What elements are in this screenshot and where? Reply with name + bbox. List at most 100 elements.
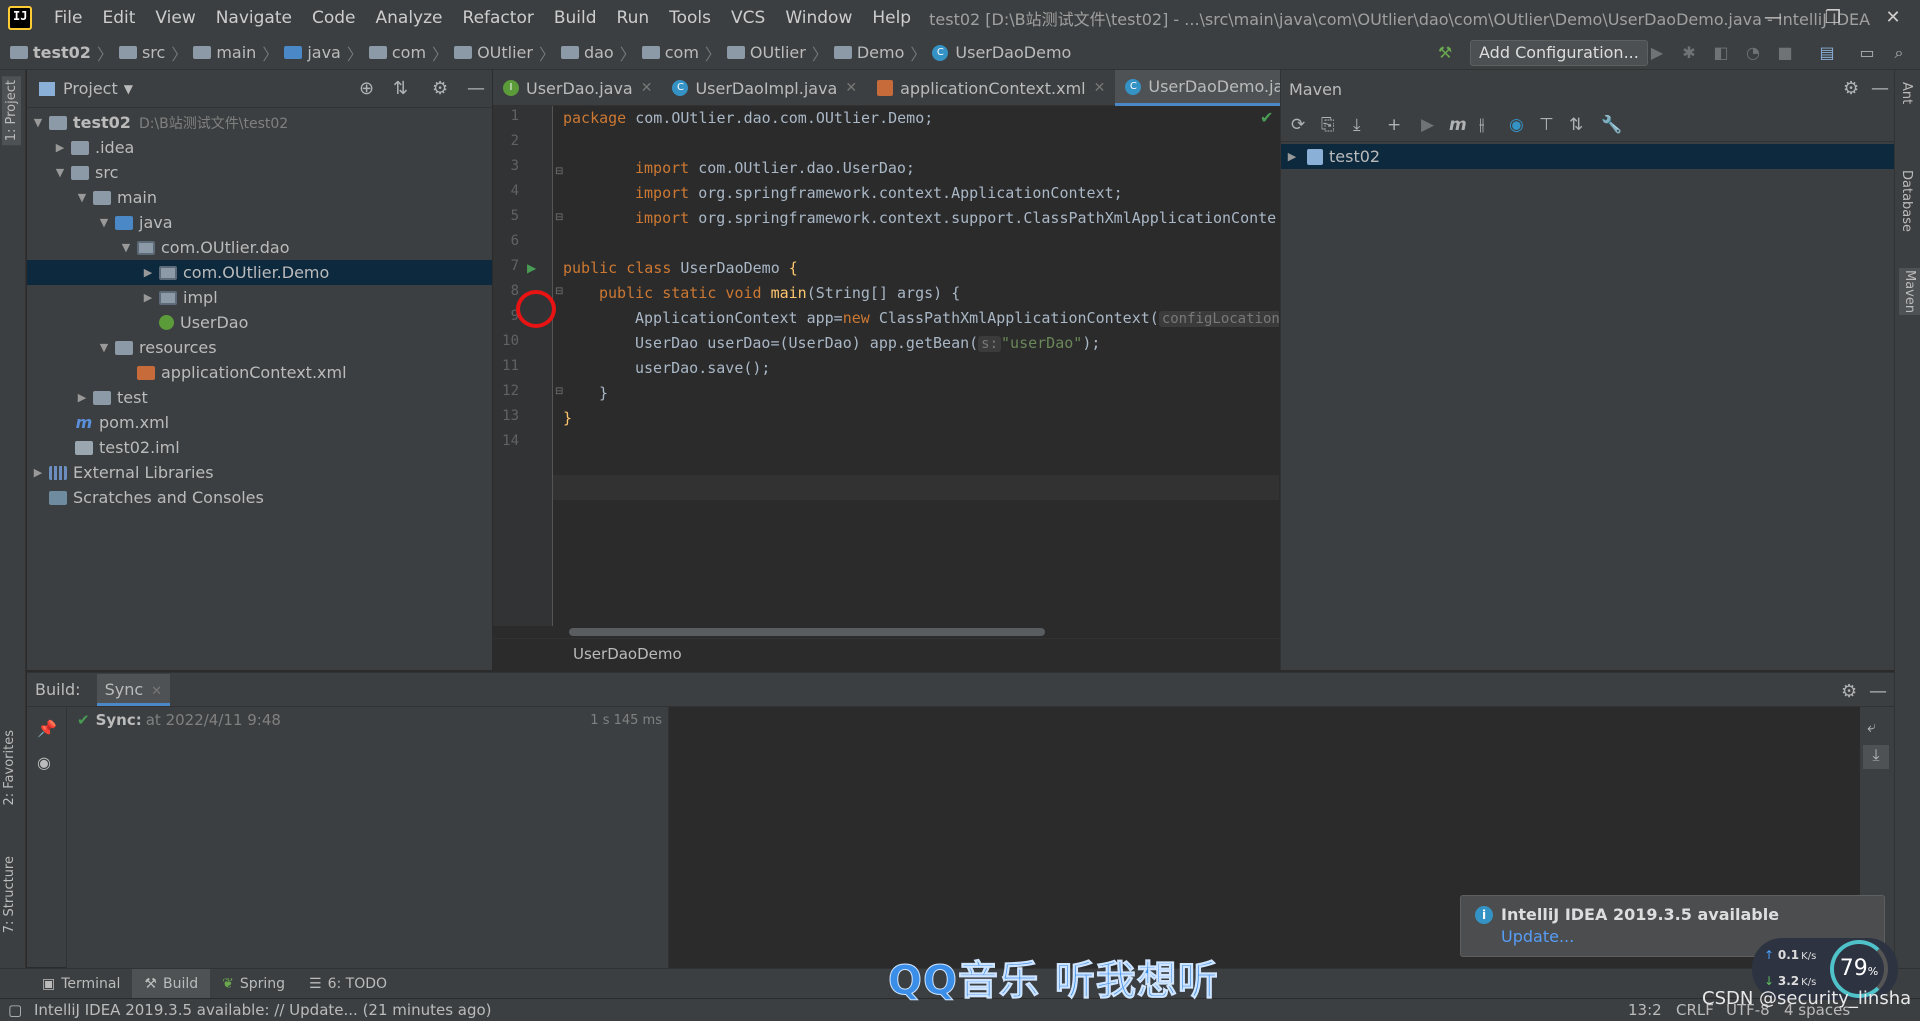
profile-icon[interactable]: ◔ [1744, 44, 1762, 62]
scroll-to-end-icon[interactable]: ⤓ [1863, 745, 1889, 769]
tree-item-userdao[interactable]: UserDao [27, 310, 492, 335]
soft-wrap-icon[interactable]: ⤶ [1867, 717, 1876, 737]
structure-tool-tab[interactable]: 7: Structure [2, 856, 17, 933]
tree-item-com-outlier-demo[interactable]: ▶ com.OUtlier.Demo [27, 260, 492, 285]
tree-item-pom-xml[interactable]: m pom.xml [27, 410, 492, 435]
close-tab-icon[interactable]: ✕ [845, 80, 857, 96]
todo-tab[interactable]: ☰ 6: TODO [297, 969, 399, 999]
terminal-tab[interactable]: ▣ Terminal [30, 969, 132, 999]
ant-tool-tab[interactable]: Ant [1899, 82, 1914, 104]
tree-item-scratches[interactable]: Scratches and Consoles [27, 485, 492, 510]
crumb-com-2[interactable]: com 〉 [641, 41, 721, 65]
menu-analyze[interactable]: Analyze [366, 0, 453, 36]
eye-icon[interactable]: ◉ [37, 753, 51, 772]
add-configuration-button[interactable]: Add Configuration... [1470, 40, 1648, 66]
terminal-window-icon[interactable]: ▭ [1858, 44, 1876, 62]
tree-item-src[interactable]: ▼ src [27, 160, 492, 185]
sync-tab[interactable]: Sync ✕ [96, 673, 171, 706]
menu-code[interactable]: Code [302, 0, 366, 36]
menu-refactor[interactable]: Refactor [453, 0, 544, 36]
coverage-icon[interactable]: ◧ [1712, 44, 1730, 62]
tree-item-com-outlier-dao[interactable]: ▼ com.OUtlier.dao [27, 235, 492, 260]
tab-userdaoimpl-java[interactable]: C UserDaoImpl.java ✕ [662, 70, 867, 106]
crumb-dao[interactable]: dao 〉 [560, 41, 636, 65]
show-dependencies-icon[interactable]: ⊤ [1539, 115, 1554, 135]
wrench-icon[interactable]: 🔧 [1601, 115, 1622, 135]
build-hammer-icon[interactable]: ⚒ [1436, 44, 1454, 62]
tree-item-main[interactable]: ▼ main [27, 185, 492, 210]
code-area[interactable]: package com.OUtlier.dao.com.OUtlier.Demo… [563, 106, 1279, 626]
add-icon[interactable]: + [1387, 115, 1401, 135]
close-icon[interactable]: ✕ [1866, 0, 1920, 36]
project-tool-tab[interactable]: 1: Project [2, 76, 21, 146]
gear-icon[interactable]: ⚙ [1843, 78, 1859, 99]
crumb-com[interactable]: com 〉 [368, 41, 448, 65]
download-icon[interactable]: ⤓ [1353, 115, 1361, 135]
skip-tests-icon[interactable]: ⫲ [1479, 115, 1485, 135]
update-link[interactable]: Update... [1501, 927, 1574, 946]
tree-item-test[interactable]: ▶ test [27, 385, 492, 410]
tree-item-test02[interactable]: ▼ test02 D:\B站测试文件\test02 [27, 110, 492, 135]
tab-userdao-java[interactable]: I UserDao.java ✕ [493, 70, 662, 106]
run-icon[interactable]: ▶ [1648, 44, 1666, 62]
tree-item-resources[interactable]: ▼ resources [27, 335, 492, 360]
menu-navigate[interactable]: Navigate [206, 0, 302, 36]
debug-icon[interactable]: ✱ [1680, 44, 1698, 62]
crumb-outlier-2[interactable]: OUtlier 〉 [726, 41, 828, 65]
crumb-java[interactable]: java 〉 [284, 41, 363, 65]
project-view-dropdown[interactable]: Project [63, 79, 118, 98]
close-tab-icon[interactable]: ✕ [1094, 80, 1106, 96]
intellij-logo-icon[interactable] [8, 6, 32, 30]
gear-icon[interactable]: ⚙ [1841, 681, 1857, 702]
maven-tool-tab[interactable]: Maven [1899, 268, 1920, 316]
tree-item-impl[interactable]: ▶ impl [27, 285, 492, 310]
collapse-all-icon[interactable]: ⇅ [393, 78, 408, 99]
menu-edit[interactable]: Edit [92, 0, 145, 36]
pin-icon[interactable]: 📌 [37, 719, 57, 738]
hide-panel-icon[interactable]: — [1871, 78, 1889, 99]
crumb-outlier[interactable]: OUtlier 〉 [454, 41, 555, 65]
crumb-main[interactable]: main 〉 [193, 41, 278, 65]
tab-applicationcontext-xml[interactable]: applicationContext.xml ✕ [867, 70, 1115, 106]
menu-help[interactable]: Help [862, 0, 921, 36]
menu-view[interactable]: View [145, 0, 205, 36]
crumb-class[interactable]: C UserDaoDemo [932, 43, 1071, 62]
spring-tab[interactable]: ❦ Spring [210, 969, 297, 999]
locate-icon[interactable]: ⊕ [359, 78, 374, 99]
offline-icon[interactable]: ◉ [1509, 115, 1524, 135]
crumb-demo[interactable]: Demo 〉 [833, 41, 926, 65]
close-tab-icon[interactable]: ✕ [641, 80, 653, 96]
hide-panel-icon[interactable]: — [1869, 681, 1887, 702]
project-structure-icon[interactable]: ▤ [1818, 44, 1836, 62]
menu-run[interactable]: Run [607, 0, 660, 36]
favorites-tool-tab[interactable]: 2: Favorites [2, 730, 17, 806]
gear-icon[interactable]: ⚙ [432, 78, 448, 99]
tree-item-idea[interactable]: ▶ .idea [27, 135, 492, 160]
hide-panel-icon[interactable]: — [467, 78, 485, 99]
menu-file[interactable]: File [44, 0, 92, 36]
database-tool-tab[interactable]: Database [1899, 170, 1914, 232]
menu-window[interactable]: Window [775, 0, 862, 36]
maven-goal-icon[interactable]: m [1449, 115, 1467, 135]
horizontal-scrollbar[interactable] [569, 628, 1045, 636]
editor-breadcrumb[interactable]: UserDaoDemo [573, 645, 682, 663]
run-gutter-icon[interactable]: ▶ [527, 261, 536, 275]
tree-item-external-libraries[interactable]: ▶ External Libraries [27, 460, 492, 485]
menu-build[interactable]: Build [544, 0, 607, 36]
tree-item-java[interactable]: ▼ java [27, 210, 492, 235]
sync-result-row[interactable]: ✔ Sync: at 2022/4/11 9:48 [77, 711, 281, 729]
run-icon[interactable]: ▶ [1421, 115, 1434, 135]
close-tab-icon[interactable]: ✕ [151, 684, 162, 699]
build-tab[interactable]: ⚒ Build [132, 968, 211, 999]
crumb-src[interactable]: src 〉 [118, 41, 187, 65]
maven-project-test02[interactable]: ▶ test02 [1281, 144, 1894, 169]
collapse-all-icon[interactable]: ⇅ [1569, 115, 1583, 135]
tree-item-test02-iml[interactable]: test02.iml [27, 435, 492, 460]
search-icon[interactable]: ⌕ [1890, 44, 1908, 62]
reload-icon[interactable]: ⟳ [1291, 115, 1305, 135]
menu-tools[interactable]: Tools [659, 0, 721, 36]
caret-position[interactable]: 13:2 [1628, 999, 1662, 1021]
status-message[interactable]: IntelliJ IDEA 2019.3.5 available: // Upd… [34, 999, 492, 1021]
stop-icon[interactable]: ■ [1776, 44, 1794, 62]
crumb-project[interactable]: test02 〉 [10, 41, 113, 65]
